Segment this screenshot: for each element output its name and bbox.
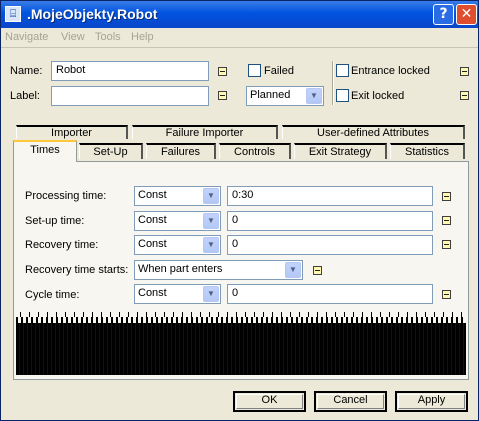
tab-user-defined-attributes[interactable]: User-defined Attributes — [282, 125, 465, 139]
rendering-artifact — [16, 312, 466, 375]
tab-times[interactable]: Times — [13, 140, 77, 162]
recovery-time-starts-select[interactable]: When part enters ▼ — [134, 260, 303, 280]
recovery-time-starts-label: Recovery time starts: — [25, 264, 129, 276]
title-bar[interactable]: ⌸ .MojeObjekty.Robot ? ✕ — [1, 1, 478, 28]
chevron-down-icon[interactable]: ▼ — [203, 237, 219, 253]
label-field[interactable] — [51, 86, 209, 106]
tab-importer[interactable]: Importer — [16, 125, 128, 139]
tab-statistics[interactable]: Statistics — [390, 143, 465, 159]
apply-button[interactable]: Apply — [395, 391, 468, 412]
ok-button-label: OK — [261, 394, 278, 406]
recovery-time-label: Recovery time: — [25, 239, 99, 251]
chevron-down-icon[interactable]: ▼ — [285, 262, 301, 278]
recovery-time-type-select[interactable]: Const ▼ — [134, 235, 221, 255]
exit-locked-checkbox[interactable] — [336, 89, 349, 102]
menu-bar: Navigate View Tools Help — [1, 28, 478, 48]
processing-time-type-select[interactable]: Const ▼ — [134, 186, 221, 206]
window-title: .MojeObjekty.Robot — [27, 6, 158, 22]
set-up-time-label: Set-up time: — [25, 215, 85, 227]
cycle-time-attribute-icon[interactable] — [442, 290, 451, 299]
entrance-locked-attribute-icon[interactable] — [460, 67, 469, 76]
menu-tools[interactable]: Tools — [95, 31, 121, 43]
label-attribute-icon[interactable] — [218, 91, 227, 100]
processing-time-field[interactable]: 0:30 — [227, 186, 433, 206]
planned-select[interactable]: Planned ▼ — [246, 86, 324, 106]
failed-label: Failed — [264, 65, 294, 77]
exit-locked-label: Exit locked — [351, 90, 405, 102]
set-up-time-field[interactable]: 0 — [227, 211, 433, 231]
close-button[interactable]: ✕ — [456, 4, 477, 25]
entrance-locked-label: Entrance locked — [351, 65, 430, 77]
dialog-window: ⌸ .MojeObjekty.Robot ? ✕ Navigate View T… — [0, 0, 479, 421]
recovery-time-field[interactable]: 0 — [227, 235, 433, 255]
tab-failures[interactable]: Failures — [146, 143, 216, 159]
planned-value: Planned — [250, 89, 291, 101]
cancel-button-label: Cancel — [333, 394, 368, 406]
apply-button-label: Apply — [417, 394, 446, 406]
tab-failure-importer[interactable]: Failure Importer — [132, 125, 278, 139]
label-label: Label: — [10, 90, 40, 102]
set-up-time-type-select[interactable]: Const ▼ — [134, 211, 221, 231]
name-field[interactable]: Robot — [51, 61, 209, 81]
entrance-locked-checkbox[interactable] — [336, 64, 349, 77]
window-icon[interactable]: ⌸ — [5, 6, 21, 22]
processing-time-attribute-icon[interactable] — [442, 192, 451, 201]
cycle-time-type: Const — [138, 287, 167, 299]
menu-help[interactable]: Help — [131, 31, 154, 43]
set-up-time-attribute-icon[interactable] — [442, 216, 451, 225]
chevron-down-icon[interactable]: ▼ — [203, 188, 219, 204]
cancel-button[interactable]: Cancel — [314, 391, 387, 412]
processing-time-label: Processing time: — [25, 190, 107, 202]
processing-time-type: Const — [138, 189, 167, 201]
recovery-time-type: Const — [138, 238, 167, 250]
recovery-time-attribute-icon[interactable] — [442, 240, 451, 249]
exit-locked-attribute-icon[interactable] — [460, 91, 469, 100]
recovery-time-starts-attribute-icon[interactable] — [313, 266, 322, 275]
cycle-time-type-select[interactable]: Const ▼ — [134, 284, 221, 304]
cycle-time-label: Cycle time: — [25, 289, 80, 301]
tab-exit-strategy[interactable]: Exit Strategy — [294, 143, 387, 159]
name-attribute-icon[interactable] — [218, 67, 227, 76]
header-separator — [332, 61, 334, 105]
help-button[interactable]: ? — [433, 4, 454, 25]
chevron-down-icon[interactable]: ▼ — [203, 213, 219, 229]
recovery-time-starts-value: When part enters — [138, 263, 223, 275]
menu-view[interactable]: View — [61, 31, 85, 43]
chevron-down-icon[interactable]: ▼ — [306, 88, 322, 104]
ok-button[interactable]: OK — [233, 391, 306, 412]
chevron-down-icon[interactable]: ▼ — [203, 286, 219, 302]
tab-controls[interactable]: Controls — [219, 143, 291, 159]
name-label: Name: — [10, 65, 43, 77]
tab-set-up[interactable]: Set-Up — [79, 143, 143, 159]
cycle-time-field[interactable]: 0 — [227, 284, 433, 304]
set-up-time-type: Const — [138, 214, 167, 226]
menu-navigate[interactable]: Navigate — [5, 31, 48, 43]
failed-checkbox[interactable] — [248, 64, 261, 77]
